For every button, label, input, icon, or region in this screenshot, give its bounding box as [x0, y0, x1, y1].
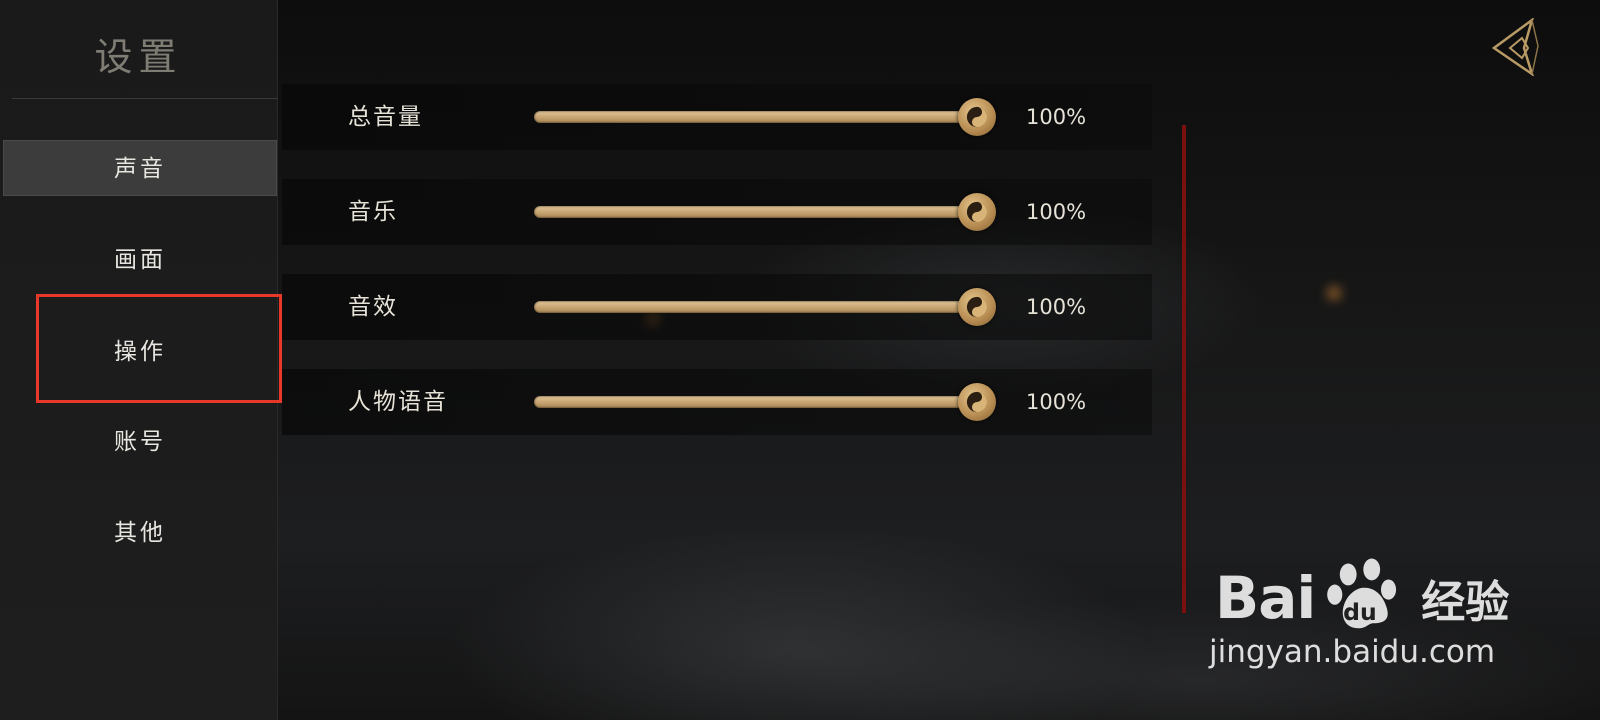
slider-value: 100% [1026, 295, 1087, 319]
watermark-logo: Bai du 经验 [1215, 558, 1509, 638]
svg-text:du: du [1343, 598, 1377, 626]
slider-knob-yin-yang-icon[interactable] [958, 98, 996, 136]
slider-row-music: 音乐 100% [282, 179, 1152, 245]
slider-track[interactable] [534, 301, 977, 313]
slider-row-master-volume: 总音量 100% [282, 84, 1152, 150]
sidebar-item-graphics[interactable]: 画面 [3, 232, 277, 288]
title-divider [12, 98, 277, 99]
slider-label: 音乐 [348, 199, 398, 225]
scrollbar[interactable] [1182, 125, 1186, 613]
sidebar-item-controls[interactable]: 操作 [3, 324, 277, 380]
sidebar-item-other[interactable]: 其他 [3, 505, 277, 561]
slider-track[interactable] [534, 111, 977, 123]
slider-knob-yin-yang-icon[interactable] [958, 383, 996, 421]
settings-sidebar: 设置 声音 画面 操作 账号 其他 [0, 0, 278, 720]
slider-value: 100% [1026, 390, 1087, 414]
slider-knob-yin-yang-icon[interactable] [958, 288, 996, 326]
slider-label: 人物语音 [348, 389, 448, 415]
slider-row-sfx: 音效 100% [282, 274, 1152, 340]
page-title: 设置 [94, 35, 183, 79]
slider-row-voice: 人物语音 100% [282, 369, 1152, 435]
watermark-url: jingyan.baidu.com [1209, 634, 1496, 670]
back-diamond-icon[interactable] [1488, 16, 1540, 78]
slider-value: 100% [1026, 105, 1087, 129]
slider-label: 总音量 [348, 104, 423, 130]
sidebar-item-account[interactable]: 账号 [3, 414, 277, 470]
slider-label: 音效 [348, 294, 398, 320]
slider-knob-yin-yang-icon[interactable] [958, 193, 996, 231]
watermark-text: Bai [1215, 564, 1316, 632]
lantern-glow [1327, 286, 1341, 300]
paw-icon: du [1327, 558, 1397, 629]
watermark-text: 经验 [1421, 577, 1510, 628]
slider-track[interactable] [534, 396, 977, 408]
slider-track[interactable] [534, 206, 977, 218]
sidebar-item-sound[interactable]: 声音 [3, 140, 277, 196]
slider-value: 100% [1026, 200, 1087, 224]
